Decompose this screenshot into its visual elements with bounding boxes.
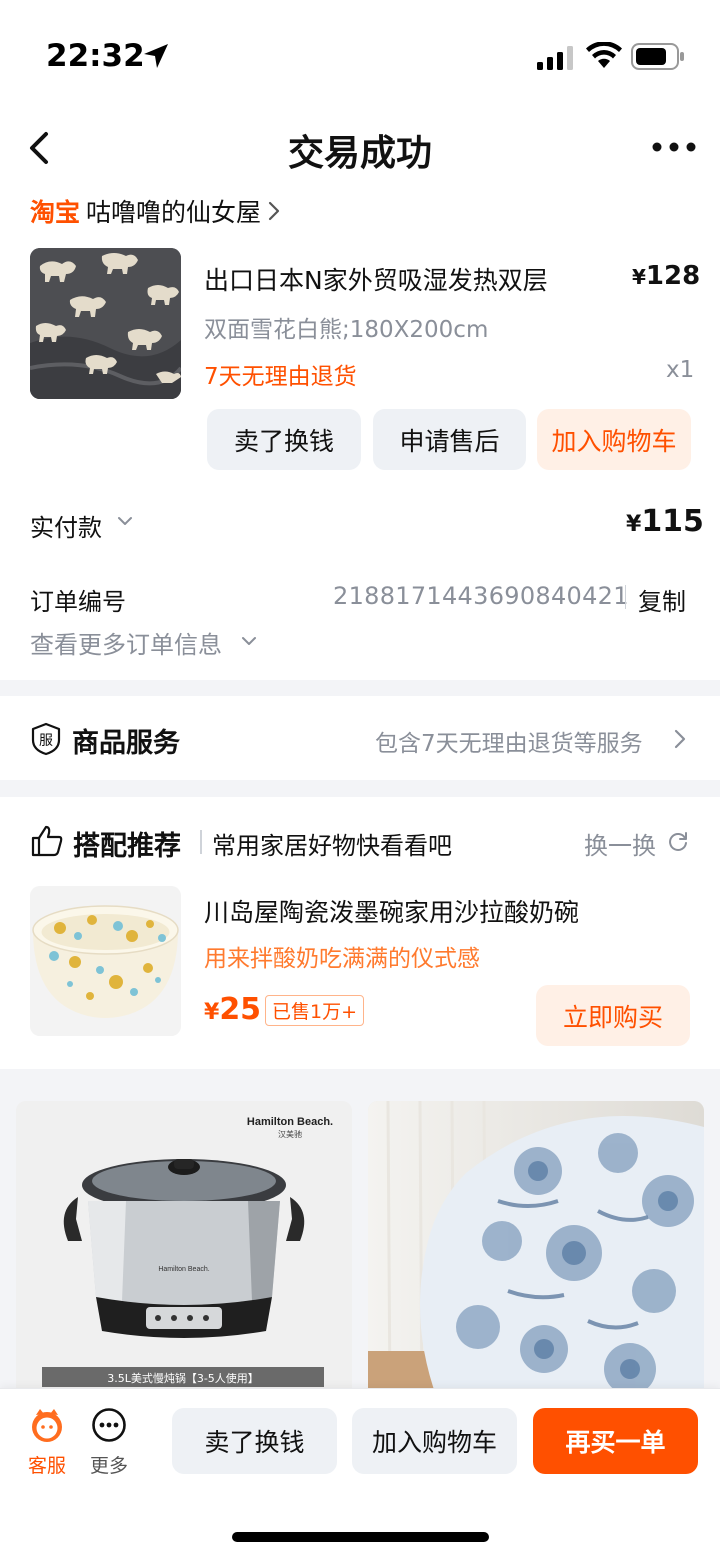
more-label: 更多 [89, 1455, 128, 1477]
return-policy-label: 7天无理由退货 [204, 364, 357, 390]
customer-service-button[interactable]: 客服 [22, 1407, 72, 1478]
buy-now-button[interactable]: 立即购买 [536, 985, 690, 1046]
home-indicator [232, 1532, 489, 1542]
service-shield-icon: 服 [31, 722, 61, 756]
shop-link[interactable]: 淘宝 咕噜噜的仙女屋 [30, 193, 281, 229]
location-arrow-icon [144, 44, 168, 68]
recommend-product-title[interactable]: 川岛屋陶瓷泼墨碗家用沙拉酸奶碗 [204, 893, 579, 929]
svg-text:3.5L美式慢炖锅【3-5人使用】: 3.5L美式慢炖锅【3-5人使用】 [107, 1372, 259, 1385]
recommend-product-price: ¥25 [204, 992, 262, 1027]
product-title[interactable]: 出口日本N家外贸吸湿发热双层 [204, 261, 548, 297]
chevron-down-icon[interactable] [240, 632, 258, 650]
customer-service-icon [32, 1409, 62, 1442]
chevron-down-icon[interactable] [116, 512, 134, 530]
product-sku: 双面雪花白熊;180X200cm [204, 317, 489, 343]
section-divider [0, 680, 720, 696]
more-icon [92, 1408, 126, 1442]
recommend-subtitle: 常用家居好物快看看吧 [212, 832, 452, 860]
more-options-button[interactable] [650, 138, 698, 156]
section-divider [0, 780, 720, 797]
customer-service-label: 客服 [27, 1455, 66, 1477]
divider [625, 585, 626, 609]
rebuy-button[interactable]: 再买一单 [533, 1408, 698, 1474]
recommend-product-subtitle: 用来拌酸奶吃满满的仪式感 [204, 946, 480, 972]
more-order-info-link[interactable]: 查看更多订单信息 [30, 625, 222, 660]
more-button[interactable]: 更多 [84, 1407, 134, 1478]
taobao-logo: 淘宝 [30, 198, 81, 227]
recommend-title: 搭配推荐 [73, 831, 181, 862]
order-number: 2188171443690840421 [333, 582, 629, 610]
product-quantity: x1 [666, 357, 695, 383]
bottom-add-to-cart-button[interactable]: 加入购物车 [352, 1408, 517, 1474]
add-to-cart-button[interactable]: 加入购物车 [537, 409, 691, 470]
copy-button[interactable]: 复制 [638, 582, 686, 617]
chevron-right-icon [268, 201, 280, 221]
battery-icon [631, 43, 684, 70]
refresh-button[interactable]: 换一换 [584, 826, 656, 861]
thumbs-up-icon [31, 825, 63, 857]
svg-text:服: 服 [39, 733, 53, 749]
wifi-icon [586, 42, 622, 68]
bottom-sell-button[interactable]: 卖了换钱 [172, 1408, 337, 1474]
paid-amount-label[interactable]: 实付款 [30, 508, 102, 543]
services-description: 包含7天无理由退货等服务 [375, 731, 643, 757]
refresh-icon[interactable] [667, 830, 689, 852]
paid-amount: ¥115 [626, 504, 704, 539]
after-sale-button[interactable]: 申请售后 [373, 409, 526, 470]
product-price: ¥128 [632, 261, 701, 291]
svg-text:Hamilton Beach.: Hamilton Beach. [158, 1266, 209, 1273]
shop-name: 咕噜噜的仙女屋 [86, 198, 262, 227]
feed-card-blanket[interactable] [368, 1101, 704, 1401]
svg-text:汉美驰: 汉美驰 [278, 1129, 302, 1139]
product-image[interactable] [30, 248, 181, 399]
page-title: 交易成功 [287, 133, 432, 174]
cellular-signal-icon [537, 46, 573, 70]
services-title: 商品服务 [72, 728, 180, 759]
sell-button[interactable]: 卖了换钱 [207, 409, 361, 470]
svg-text:Hamilton Beach.: Hamilton Beach. [247, 1116, 333, 1128]
sold-count-badge: 已售1万+ [265, 995, 365, 1026]
status-time: 22:32 [46, 38, 145, 74]
order-number-label: 订单编号 [30, 588, 126, 616]
feed-card-slow-cooker[interactable]: Hamilton Beach. 汉美驰 Hamilton Beach. 3.5L… [16, 1101, 352, 1401]
recommend-product-image[interactable] [30, 886, 181, 1036]
divider [200, 830, 202, 854]
chevron-right-icon [674, 729, 686, 749]
